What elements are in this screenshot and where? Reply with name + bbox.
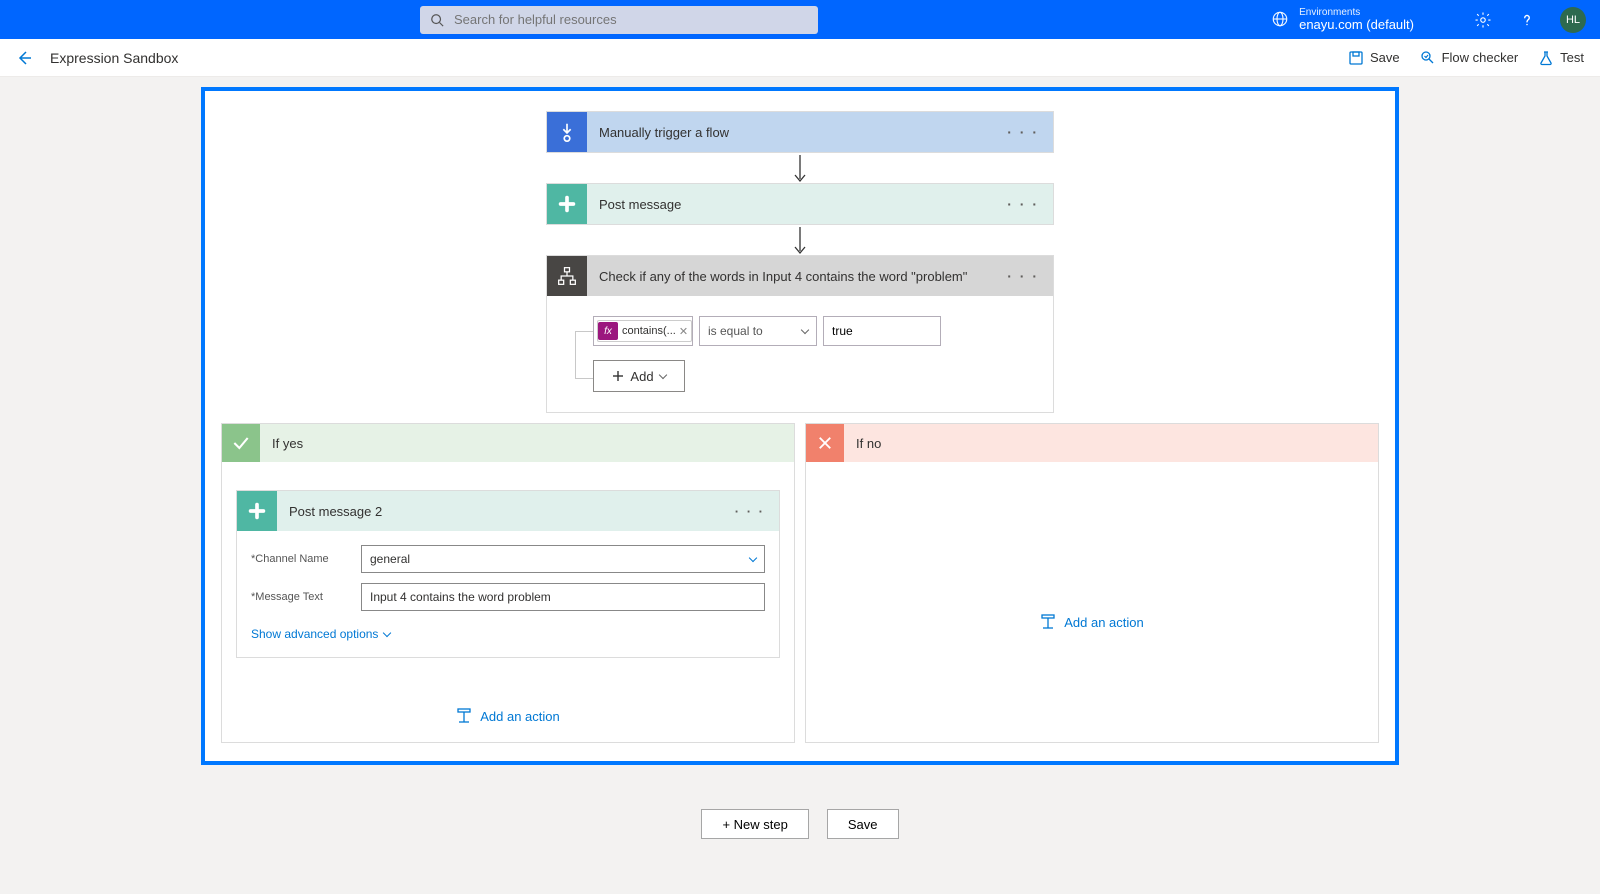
environment-label: Environments	[1299, 7, 1414, 18]
slack-icon	[547, 184, 587, 224]
message-label: *Message Text	[251, 591, 361, 603]
condition-title: Check if any of the words in Input 4 con…	[587, 269, 1007, 284]
environment-picker[interactable]: Environments enayu.com (default)	[1271, 7, 1414, 32]
condition-card[interactable]: Check if any of the words in Input 4 con…	[546, 255, 1054, 413]
search-input[interactable]	[454, 12, 808, 27]
condition-value[interactable]	[823, 316, 941, 346]
flow-checker-icon	[1420, 50, 1436, 66]
chevron-down-icon	[658, 371, 666, 379]
chevron-down-icon	[749, 554, 757, 562]
if-no-branch: If no Add an action	[805, 423, 1379, 743]
slack-icon	[237, 491, 277, 531]
trigger-icon	[547, 112, 587, 152]
channel-select[interactable]: general	[361, 545, 765, 573]
flow-canvas: Manually trigger a flow · · · Post messa…	[201, 87, 1399, 765]
new-step-button[interactable]: + New step	[701, 809, 808, 839]
top-bar: Environments enayu.com (default) HL	[0, 0, 1600, 39]
add-action-icon	[456, 708, 472, 724]
save-icon	[1348, 50, 1364, 66]
if-yes-header[interactable]: If yes	[222, 424, 794, 462]
back-button[interactable]	[16, 50, 32, 66]
check-icon	[222, 424, 260, 462]
test-icon	[1538, 50, 1554, 66]
save-button[interactable]: Save	[1348, 50, 1400, 66]
test-button[interactable]: Test	[1538, 50, 1584, 66]
condition-left-operand[interactable]: fx contains(... ✕	[593, 316, 693, 346]
trigger-menu[interactable]: · · ·	[1007, 124, 1053, 140]
save-bottom-button[interactable]: Save	[827, 809, 899, 839]
message-input[interactable]: Input 4 contains the word problem	[361, 583, 765, 611]
show-advanced-link[interactable]: Show advanced options	[251, 627, 390, 641]
condition-menu[interactable]: · · ·	[1007, 268, 1053, 284]
chevron-down-icon	[383, 629, 391, 637]
condition-operator[interactable]: is equal to	[699, 316, 817, 346]
settings-icon[interactable]	[1472, 9, 1494, 31]
search-box[interactable]	[420, 6, 818, 34]
environment-icon	[1271, 10, 1289, 28]
trigger-title: Manually trigger a flow	[587, 125, 1007, 140]
post-message-2-card[interactable]: Post message 2 · · · *Channel Name gener…	[236, 490, 780, 658]
connector-arrow	[799, 227, 801, 253]
add-condition-button[interactable]: Add	[593, 360, 685, 392]
help-icon[interactable]	[1516, 9, 1538, 31]
if-yes-branch: If yes Post message 2 · · ·	[221, 423, 795, 743]
search-icon	[430, 13, 444, 27]
post-message-2-menu[interactable]: · · ·	[735, 504, 779, 519]
x-icon	[806, 424, 844, 462]
trigger-card[interactable]: Manually trigger a flow · · ·	[546, 111, 1054, 153]
if-no-header[interactable]: If no	[806, 424, 1378, 462]
condition-icon	[547, 256, 587, 296]
post-message-card[interactable]: Post message · · ·	[546, 183, 1054, 225]
post-message-menu[interactable]: · · ·	[1007, 196, 1053, 212]
post-message-title: Post message	[587, 197, 1007, 212]
add-action-yes[interactable]: Add an action	[236, 708, 780, 724]
command-bar: Expression Sandbox Save Flow checker Tes…	[0, 39, 1600, 77]
add-action-no[interactable]: Add an action	[820, 614, 1364, 630]
avatar[interactable]: HL	[1560, 7, 1586, 33]
flow-title: Expression Sandbox	[50, 50, 178, 66]
channel-label: *Channel Name	[251, 553, 361, 565]
remove-token[interactable]: ✕	[679, 325, 688, 338]
environment-name: enayu.com (default)	[1299, 18, 1414, 32]
add-action-icon	[1040, 614, 1056, 630]
flow-checker-button[interactable]: Flow checker	[1420, 50, 1519, 66]
connector-arrow	[799, 155, 801, 181]
chevron-down-icon	[801, 326, 809, 334]
fx-icon: fx	[598, 322, 618, 340]
